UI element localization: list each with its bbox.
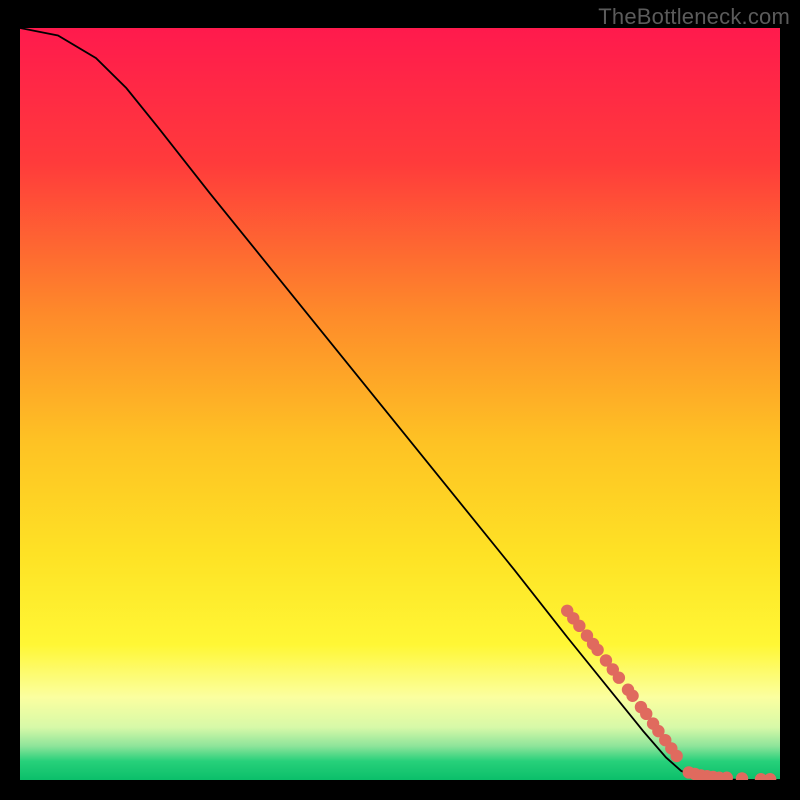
chart-svg	[20, 28, 780, 780]
data-marker	[613, 672, 625, 684]
data-marker	[591, 644, 603, 656]
data-marker	[573, 620, 585, 632]
watermark-label: TheBottleneck.com	[598, 4, 790, 30]
data-marker	[626, 690, 638, 702]
chart-frame: TheBottleneck.com	[0, 0, 800, 800]
plot-area	[20, 28, 780, 780]
data-marker	[670, 750, 682, 762]
gradient-background	[20, 28, 780, 780]
